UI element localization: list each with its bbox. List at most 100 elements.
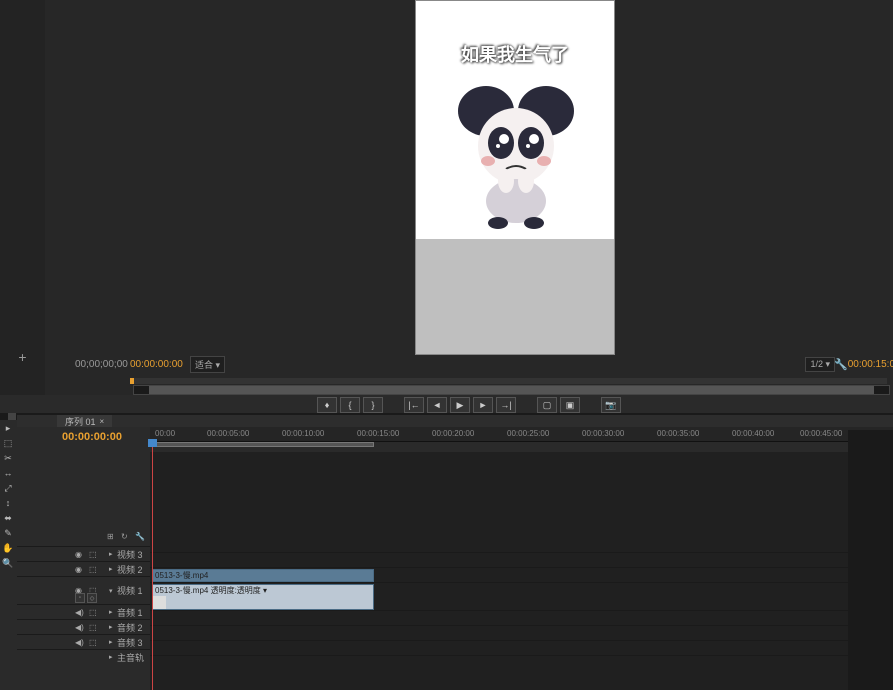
playhead-handle[interactable] [148, 439, 157, 447]
razor-tool[interactable]: ↕ [1, 496, 15, 510]
track-lane-a3[interactable] [150, 640, 893, 655]
rate-tool[interactable]: ⤢ [1, 481, 15, 495]
go-to-in-button[interactable]: |← [404, 397, 424, 413]
lock-icon[interactable]: ⬚ [89, 608, 97, 617]
lock-icon[interactable]: ⬚ [89, 565, 97, 574]
sequence-tab[interactable]: 序列 01 × [57, 415, 112, 427]
track-header-a2[interactable]: ◀) ⬚ ▸ 音频 2 [17, 619, 150, 634]
step-back-button[interactable]: ◄ [427, 397, 447, 413]
timeline-tracks[interactable]: 00:00 00:00:05:00 00:00:10:00 00:00:15:0… [150, 427, 893, 690]
pen-tool[interactable]: ✎ [1, 526, 15, 540]
extract-button[interactable]: ▣ [560, 397, 580, 413]
fx-button[interactable]: ▫ [75, 593, 85, 603]
playhead[interactable] [152, 442, 153, 690]
work-area[interactable] [152, 442, 374, 447]
zoom-tool[interactable]: 🔍 [1, 556, 15, 570]
project-panel-collapsed: + [0, 0, 45, 395]
track-lane-v2[interactable]: 0513-3-慢.mp4 [150, 567, 893, 582]
clip-thumbnail [153, 596, 166, 609]
track-header-a1[interactable]: ◀) ⬚ ▸ 音频 1 [17, 604, 150, 619]
preview-canvas: 如果我生气了 [415, 0, 615, 355]
track-label: 音频 1 [117, 606, 143, 619]
track-lane-master[interactable] [150, 655, 893, 670]
selection-tool[interactable]: ▸ [1, 421, 15, 435]
settings-icon[interactable]: 🔧 [834, 358, 848, 371]
lock-icon[interactable]: ⬚ [89, 623, 97, 632]
ruler-tick: 00:00 [155, 429, 175, 438]
track-lane-v1[interactable]: 0513-3-慢.mp4 透明度:透明度 ▾ [150, 582, 893, 610]
step-forward-button[interactable]: ► [473, 397, 493, 413]
track-select-tool[interactable]: ⬚ [1, 436, 15, 450]
timeline-tools: ▸ ⬚ ✂ ↔ ⤢ ↕ ⬌ ✎ ✋ 🔍 [0, 420, 17, 690]
slip-tool[interactable]: ⬌ [1, 511, 15, 525]
collapse-icon[interactable]: ▸ [109, 638, 113, 646]
lock-icon[interactable]: ⬚ [89, 550, 97, 559]
track-header-v3[interactable]: ◉ ⬚ ▸ 视频 3 [17, 546, 150, 561]
track-label: 音频 3 [117, 636, 143, 649]
add-button[interactable]: + [0, 349, 45, 365]
wrench-icon[interactable]: 🔧 [135, 532, 145, 542]
track-lane-a2[interactable] [150, 625, 893, 640]
speaker-icon[interactable]: ◀) [75, 608, 84, 617]
track-label: 视频 1 [117, 584, 143, 597]
marker-button[interactable]: ♦ [317, 397, 337, 413]
scrollbar-thumb[interactable] [149, 386, 874, 394]
collapse-icon[interactable]: ▸ [109, 550, 113, 558]
time-ruler[interactable]: 00:00 00:00:05:00 00:00:10:00 00:00:15:0… [150, 427, 893, 442]
snap-icon[interactable]: ⊞ [107, 532, 117, 542]
mark-in-button[interactable]: { [340, 397, 360, 413]
preview-character [456, 81, 576, 231]
lift-button[interactable]: ▢ [537, 397, 557, 413]
ruler-tick: 00:00:15:00 [357, 429, 399, 438]
track-label: 音频 2 [117, 621, 143, 634]
timecode-duration: 00:00:15:0 [848, 359, 893, 370]
collapse-icon[interactable]: ▸ [109, 623, 113, 631]
monitor-footer: 00;00;00;00 00:00:00:00 适合 ▾ 1/2 ▾ 🔧 00:… [45, 355, 890, 373]
ripple-tool[interactable]: ✂ [1, 451, 15, 465]
clip-v1[interactable]: 0513-3-慢.mp4 透明度:透明度 ▾ [152, 584, 374, 610]
preview-floor [416, 239, 614, 354]
collapse-icon[interactable]: ▸ [109, 653, 113, 661]
collapse-icon[interactable]: ▸ [109, 565, 113, 573]
ruler-tick: 00:00:35:00 [657, 429, 699, 438]
hand-tool[interactable]: ✋ [1, 541, 15, 555]
track-header-a3[interactable]: ◀) ⬚ ▸ 音频 3 [17, 634, 150, 649]
work-area-bar[interactable] [150, 442, 893, 452]
track-headers: 00:00:00:00 ⊞ ↻ 🔧 ◉ ⬚ ▸ 视频 3 ◉ ⬚ ▸ 视频 2 … [17, 427, 150, 690]
go-to-out-button[interactable]: →| [496, 397, 516, 413]
mini-playhead[interactable] [130, 378, 134, 384]
export-frame-button[interactable]: 📷 [601, 397, 621, 413]
eye-icon[interactable]: ◉ [75, 565, 82, 574]
collapse-icon[interactable]: ▾ [109, 587, 113, 595]
collapse-icon[interactable]: ▸ [109, 608, 113, 616]
timecode-current[interactable]: 00:00:00:00 [130, 359, 183, 370]
track-header-master[interactable]: ▸ 主音轨 [17, 649, 150, 664]
fit-dropdown[interactable]: 适合 ▾ [190, 356, 225, 373]
speaker-icon[interactable]: ◀) [75, 623, 84, 632]
track-lane-a1[interactable] [150, 610, 893, 625]
track-header-v1[interactable]: ◉ ⬚ ▾ 视频 1 ▫ ◇ [17, 576, 150, 604]
rolling-tool[interactable]: ↔ [1, 466, 15, 480]
ruler-tick: 00:00:25:00 [507, 429, 549, 438]
ruler-tick: 00:00:10:00 [282, 429, 324, 438]
eye-icon[interactable]: ◉ [75, 550, 82, 559]
track-lane-v3[interactable] [150, 552, 893, 567]
ruler-tick: 00:00:05:00 [207, 429, 249, 438]
timeline-panel: 序列 01 × 00:00:00:00 ⊞ ↻ 🔧 ◉ ⬚ ▸ 视频 3 ◉ ⬚… [17, 415, 893, 690]
timeline-timecode[interactable]: 00:00:00:00 [17, 427, 150, 442]
track-label: 视频 2 [117, 563, 143, 576]
timeline-tabs: 序列 01 × [17, 415, 893, 427]
tab-close-icon[interactable]: × [100, 417, 105, 426]
play-button[interactable]: ▶ [450, 397, 470, 413]
zoom-dropdown[interactable]: 1/2 ▾ [805, 357, 835, 372]
monitor-scrollbar[interactable] [133, 385, 890, 395]
clip-label: 0513-3-慢.mp4 透明度:透明度 ▾ [155, 586, 267, 595]
sync-icon[interactable]: ↻ [121, 532, 131, 542]
clip-v2[interactable]: 0513-3-慢.mp4 [152, 569, 374, 582]
track-header-v2[interactable]: ◉ ⬚ ▸ 视频 2 [17, 561, 150, 576]
keyframe-button[interactable]: ◇ [87, 593, 97, 603]
mark-out-button[interactable]: } [363, 397, 383, 413]
speaker-icon[interactable]: ◀) [75, 638, 84, 647]
monitor-mini-ruler[interactable] [130, 378, 887, 384]
lock-icon[interactable]: ⬚ [89, 638, 97, 647]
